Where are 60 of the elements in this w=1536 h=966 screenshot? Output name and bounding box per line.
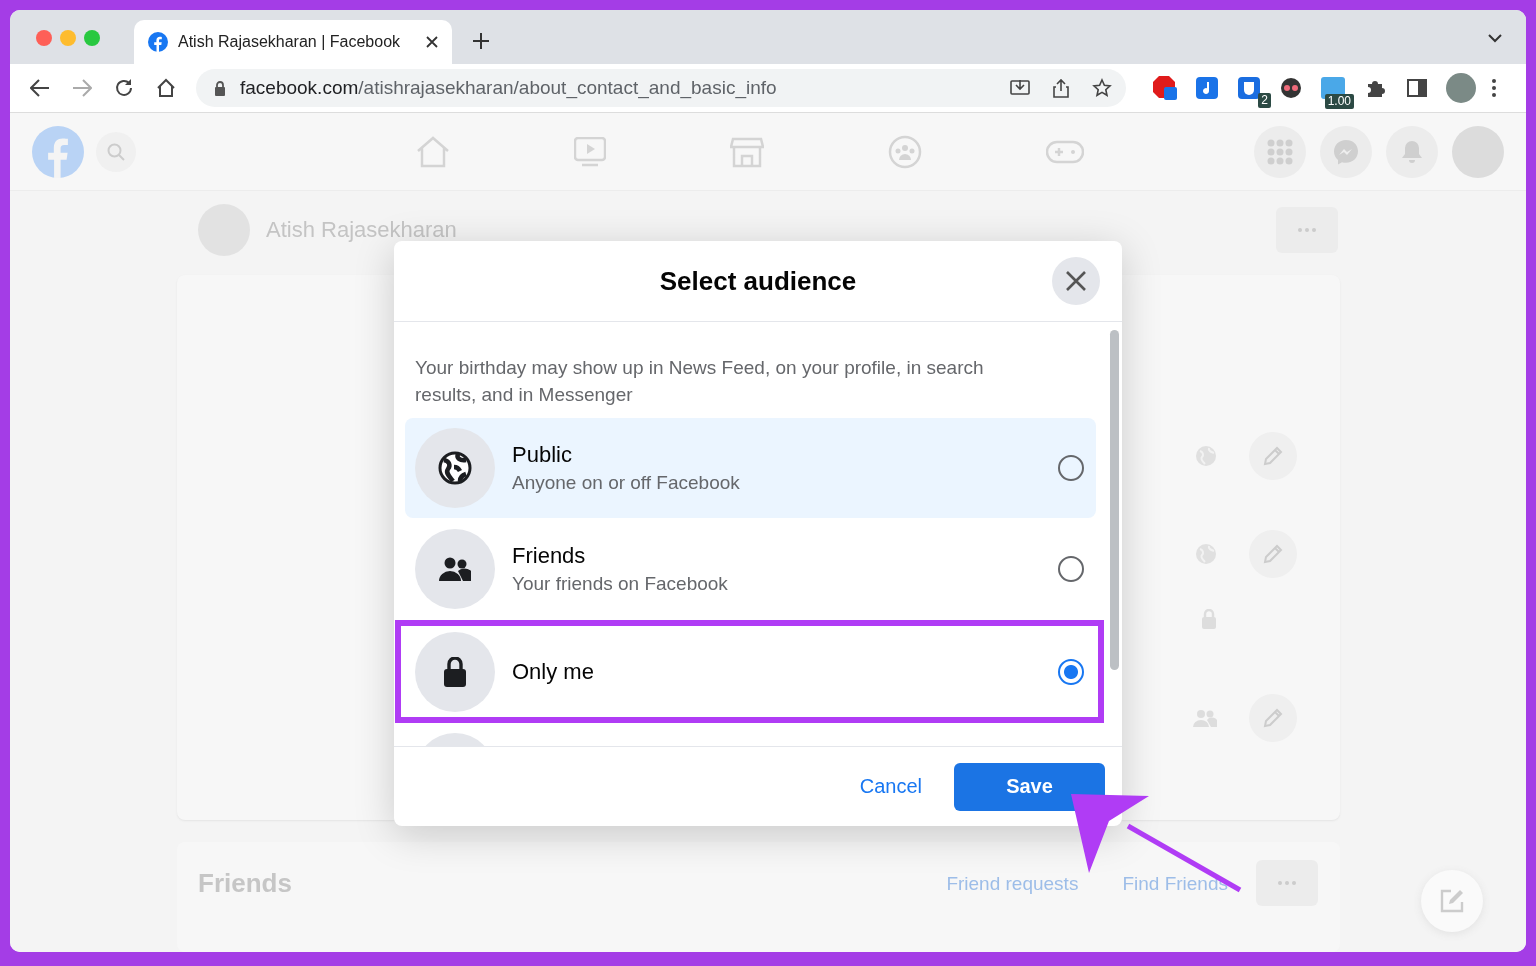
lock-icon (214, 80, 226, 96)
chevron-down-icon[interactable] (1488, 34, 1502, 43)
friends-icon (439, 557, 471, 581)
cancel-button[interactable]: Cancel (859, 775, 922, 798)
option-label: Only me (512, 658, 595, 685)
audience-option[interactable]: Only me (395, 620, 1104, 723)
url-text: facebook.com/atishrajasekharan/about_contact_and_basic_info (240, 77, 778, 99)
dialog-description: Your birthday may show up in News Feed, on your profile, in search results, and in Messenger (415, 356, 985, 407)
option-label: Public (512, 442, 573, 468)
forward-icon[interactable] (72, 79, 92, 97)
star-icon[interactable] (1092, 78, 1112, 98)
install-icon[interactable] (1010, 78, 1030, 98)
pencil-icon (1261, 542, 1285, 566)
close-tab-icon[interactable] (426, 36, 438, 48)
back-icon[interactable] (30, 79, 50, 97)
music-note-extension-icon[interactable] (1196, 77, 1218, 99)
radio-button[interactable] (1058, 455, 1084, 481)
globe-icon (438, 451, 472, 485)
shield-extension-icon[interactable] (1238, 77, 1260, 99)
grid-icon (1267, 138, 1293, 165)
option-description: Anyone on or off Facebook (512, 472, 741, 494)
lock-icon (1201, 609, 1217, 629)
facebook-logo-icon (148, 32, 168, 52)
audience-option[interactable]: Friends Your friends on Facebook (405, 519, 1096, 619)
pencil-icon (1261, 444, 1285, 468)
radio-button[interactable] (1058, 556, 1084, 582)
mask-extension-icon[interactable] (1280, 77, 1302, 99)
close-icon (1065, 270, 1087, 292)
close-button[interactable] (1052, 257, 1100, 305)
extensions-icon[interactable] (1365, 78, 1385, 98)
messenger-icon (1333, 138, 1359, 165)
extension-badge: 2 (1258, 93, 1271, 108)
radio-button[interactable] (1058, 658, 1084, 685)
browser-tab[interactable]: Atish Rajasekharan | Facebook (134, 20, 452, 64)
search-icon (107, 142, 125, 161)
compose-icon (1439, 888, 1465, 914)
new-tab-icon[interactable] (472, 32, 490, 50)
address-bar[interactable]: facebook.com/atishrajasekharan/about_contact_and_basic_info (196, 69, 1126, 107)
close-window-button[interactable] (36, 30, 52, 46)
bell-icon (1401, 139, 1423, 164)
scrollbar-thumb[interactable] (1109, 330, 1119, 670)
audience-option[interactable]: Public Anyone on or off Facebook (405, 418, 1096, 518)
side-panel-icon[interactable] (1407, 79, 1427, 97)
tab-title: Atish Rajasekharan | Facebook (178, 33, 402, 51)
hand-extension-icon[interactable] (1152, 75, 1178, 101)
option-label: Friends (512, 543, 587, 569)
kebab-menu-icon[interactable] (1492, 79, 1496, 97)
extension-badge: 1.00 (1324, 94, 1354, 109)
more-icon (1278, 881, 1296, 885)
home-icon[interactable] (156, 78, 176, 98)
share-icon[interactable] (1052, 78, 1070, 98)
more-icon (1298, 228, 1316, 232)
reload-icon[interactable] (114, 78, 134, 98)
friends-icon (1193, 709, 1217, 727)
pencil-icon (1261, 706, 1285, 730)
option-description: Your friends on Facebook (512, 573, 729, 595)
dialog-title: Select audience (659, 265, 857, 297)
lock-icon (443, 656, 467, 687)
save-button[interactable]: Save (954, 762, 1105, 811)
profile-avatar[interactable] (1446, 73, 1476, 103)
